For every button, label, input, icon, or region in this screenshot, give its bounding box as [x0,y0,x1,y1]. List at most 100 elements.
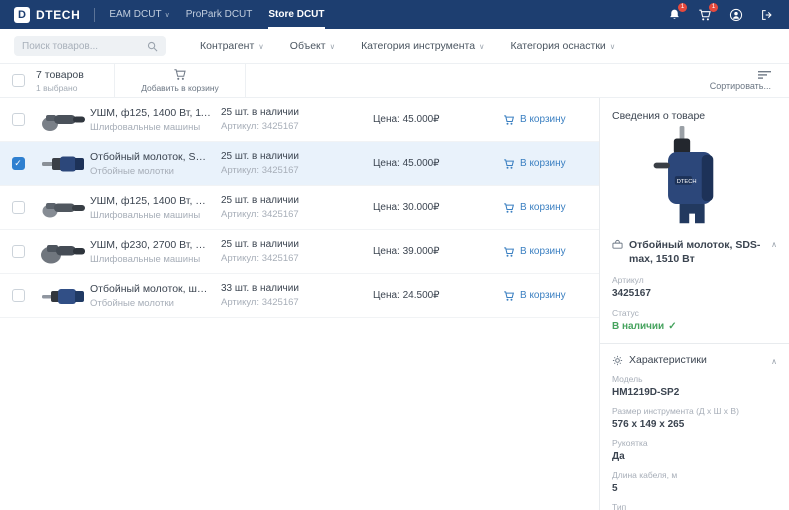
cart-button[interactable]: 1 [697,2,718,23]
product-row[interactable]: УШМ, ф125, 1400 Вт, 8500 о... Шлифовальн… [0,186,599,230]
row-checkbox[interactable] [11,245,25,258]
spec-value: 576 x 149 x 265 [612,419,685,431]
product-row[interactable]: УШМ, ф230, 2700 Вт, 6600 о... Шлифовальн… [0,230,599,274]
top-navigation-bar: D DTECH EAM DCUT ∨ ProPark DCUT Store DC… [0,0,789,29]
add-to-cart-label: Добавить в корзину [141,83,219,93]
product-list: УШМ, ф125, 1400 Вт, 11000... Шлифовальны… [0,98,599,510]
detail-product-name: Отбойный молоток, SDS-max, 1510 Вт [629,239,761,266]
sort-button[interactable]: Сортировать... [710,64,789,97]
products-count: 7 товаров [36,68,84,81]
specs-list: Модель HM1219D-SP2 Размер инструмента (Д… [612,374,777,510]
select-all-checkbox[interactable] [11,74,25,87]
topbar-actions: 1 1 [666,2,775,23]
demolition-hammer-image [42,156,84,171]
article-value: 3425167 [612,288,651,300]
nav-item-eam-dcut[interactable]: EAM DCUT ∨ [109,0,169,29]
spec-item: Размер инструмента (Д х Ш х В) 576 x 149… [612,406,777,430]
filter-tool-category[interactable]: Категория инструмента ∨ [361,40,484,52]
filter-label: Контрагент [200,40,255,52]
spec-label: Тип [612,502,627,510]
status-text: В наличии [612,321,665,333]
search-input[interactable] [22,40,141,52]
list-toolbar: 7 товаров 1 выбрано Добавить в корзину С… [0,64,789,98]
status-label: Статус [612,308,639,319]
cart-icon [504,202,515,213]
search-filter-bar: Контрагент ∨ Объект ∨ Категория инструме… [0,29,789,64]
product-summary-header[interactable]: Отбойный молоток, SDS-max, 1510 Вт ∧ [612,238,777,266]
cart-icon [504,114,515,125]
angle-grinder-image [42,202,85,217]
row-checkbox[interactable] [11,289,25,302]
nav-item-store-dcut[interactable]: Store DCUT [268,0,324,29]
nav-item-propark-dcut[interactable]: ProPark DCUT [186,0,253,29]
product-thumbnail [36,150,90,178]
spec-item: Рукоятка Да [612,438,777,462]
product-row[interactable]: ✓ Отбойный молоток, SDS-ma... Отбойные м… [0,142,599,186]
product-price: Цена: 45.000₽ [373,158,440,169]
row-checkbox[interactable] [11,201,25,214]
cart-icon [504,290,515,301]
product-stock: 25 шт. в наличии [221,195,299,206]
brand-logo[interactable]: D DTECH [14,6,80,23]
product-thumbnail [36,194,90,222]
gear-icon [612,355,623,365]
product-title: УШМ, ф230, 2700 Вт, 6600 о... [90,238,211,251]
spec-label: Длина кабеля, м [612,470,678,481]
row-checkbox[interactable] [11,113,25,126]
add-to-cart-link[interactable]: В корзину [503,114,599,126]
chevron-down-icon: ∨ [609,41,616,51]
demolition-hammer-image [42,288,84,304]
spec-item: Модель HM1219D-SP2 [612,374,777,398]
product-row[interactable]: Отбойный молоток, шестигр... Отбойные мо… [0,274,599,318]
profile-button[interactable] [728,7,744,23]
specs-section-title: Характеристики [629,354,707,367]
filter-kontragent[interactable]: Контрагент ∨ [200,40,264,52]
add-to-cart-link[interactable]: В корзину [503,246,599,258]
add-to-cart-text: В корзину [520,158,566,169]
filter-label: Категория оснастки [510,40,606,52]
filter-object[interactable]: Объект ∨ [290,40,335,52]
row-checkbox[interactable]: ✓ [11,157,25,170]
chevron-down-icon: ∨ [329,41,336,51]
panel-divider [600,343,789,345]
cart-badge: 1 [709,2,718,12]
specs-section-header[interactable]: Характеристики ∧ [612,354,777,366]
product-title: УШМ, ф125, 1400 Вт, 11000... [90,106,211,119]
tool-icon [612,239,623,249]
spec-item: Тип Сетевой [612,502,777,510]
chevron-down-icon: ∨ [258,41,264,51]
add-to-cart-link[interactable]: В корзину [503,202,599,214]
add-to-cart-text: В корзину [520,114,566,125]
product-details-panel: Сведения о товаре DTECH Отбойный молоток… [599,98,789,510]
filter-label: Объект [289,40,326,52]
filter-accessory-category[interactable]: Категория оснастки ∨ [511,40,616,52]
notifications-button[interactable]: 1 [666,2,687,23]
product-price: Цена: 39.000₽ [373,246,440,257]
svg-text:DTECH: DTECH [676,179,696,185]
add-to-cart-text: В корзину [520,246,566,257]
product-title: Отбойный молоток, SDS-ma... [90,150,211,163]
products-counter: 7 товаров 1 выбрано [36,64,114,97]
filters: Контрагент ∨ Объект ∨ Категория инструме… [200,40,615,52]
chevron-up-icon: ∧ [771,356,777,366]
spec-value: HM1219D-SP2 [612,387,680,399]
add-to-cart-link[interactable]: В корзину [503,290,599,302]
article-field: Артикул 3425167 [612,275,777,299]
logout-button[interactable] [759,7,775,23]
spec-value: 5 [612,483,618,495]
product-article: Артикул: 3425167 [221,297,299,308]
sort-icon [758,70,771,79]
user-icon [729,8,743,21]
add-to-cart-bulk-button[interactable]: Добавить в корзину [114,64,246,97]
product-title: УШМ, ф125, 1400 Вт, 8500 о... [90,194,211,207]
add-to-cart-link[interactable]: В корзину [503,158,599,170]
product-thumbnail [36,106,90,134]
check-icon: ✓ [668,321,677,333]
status-badge: В наличии ✓ [612,321,777,332]
product-row[interactable]: УШМ, ф125, 1400 Вт, 11000... Шлифовальны… [0,98,599,142]
article-label: Артикул [612,275,644,286]
main-nav: EAM DCUT ∨ ProPark DCUT Store DCUT [109,0,324,29]
product-stock: 25 шт. в наличии [221,239,299,250]
spec-item: Длина кабеля, м 5 [612,470,777,494]
search-icon [147,41,158,51]
